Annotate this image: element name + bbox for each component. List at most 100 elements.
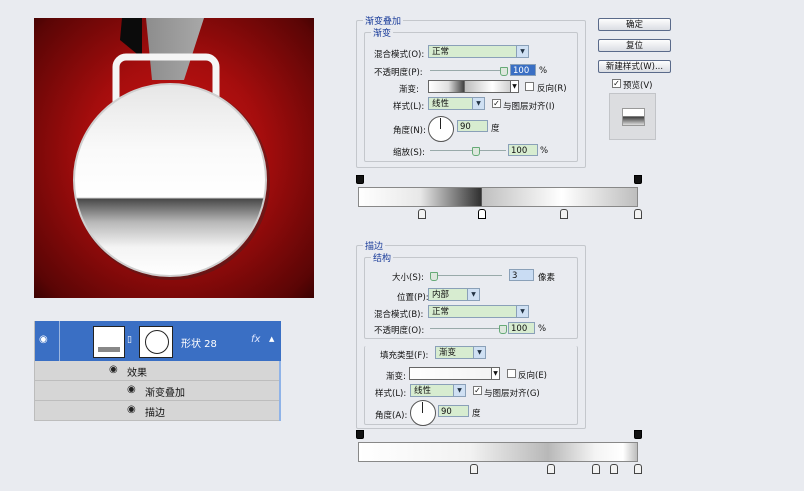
stroke-opacity-stop-left[interactable] xyxy=(356,430,364,439)
layer-row-selected[interactable]: ◉ ▯ 形状 28 fx ▲ xyxy=(35,321,281,361)
stroke-gradient-dropdown-icon[interactable]: ▼ xyxy=(491,367,500,380)
chevron-down-icon: ▼ xyxy=(473,347,485,358)
color-stop[interactable] xyxy=(634,209,642,219)
layers-panel: ◉ ▯ 形状 28 fx ▲ ◉ 效果 ◉ 渐变叠加 ◉ 描边 xyxy=(34,321,281,421)
stroke-style-label: 样式(L): xyxy=(375,389,407,399)
opacity-stop-right[interactable] xyxy=(634,175,642,184)
stroke-opacity-slider[interactable] xyxy=(430,328,504,329)
stroke-style-select[interactable]: 线性 ▼ xyxy=(410,384,466,397)
scale-label: 缩放(S): xyxy=(393,148,425,158)
color-stop[interactable] xyxy=(418,209,426,219)
eye-icon[interactable]: ◉ xyxy=(127,384,136,395)
stroke-blend-mode-select[interactable]: 正常 ▼ xyxy=(428,305,529,318)
structure-subtitle: 结构 xyxy=(373,254,392,264)
canvas-artwork xyxy=(34,18,314,298)
blend-mode-label: 混合模式(O): xyxy=(374,50,425,60)
chevron-down-icon: ▼ xyxy=(467,289,479,300)
color-stop-selected[interactable] xyxy=(478,209,486,219)
stroke-angle-label: 角度(A): xyxy=(375,411,408,421)
vector-mask-thumbnail xyxy=(139,326,173,358)
chevron-down-icon: ▼ xyxy=(453,385,465,396)
opacity-unit: % xyxy=(539,66,548,76)
angle-dial[interactable] xyxy=(428,116,454,142)
eye-icon[interactable]: ◉ xyxy=(109,364,118,375)
preview-checkbox[interactable]: ✓ xyxy=(612,79,621,88)
position-select[interactable]: 内部 ▼ xyxy=(428,288,480,301)
scale-slider-thumb[interactable] xyxy=(472,147,480,156)
scale-input[interactable]: 100 xyxy=(508,144,538,156)
stroke-align-with-layer-checkbox[interactable]: ✓ xyxy=(473,386,482,395)
stroke-reverse-checkbox[interactable] xyxy=(507,369,516,378)
scale-unit: % xyxy=(540,146,549,156)
effect-stroke-row[interactable]: ◉ 描边 xyxy=(35,401,281,421)
effect-stroke-label: 描边 xyxy=(145,408,165,419)
reverse-checkbox[interactable] xyxy=(525,82,534,91)
stroke-opacity-input[interactable]: 100 xyxy=(508,322,535,334)
size-slider-thumb[interactable] xyxy=(430,272,438,281)
stroke-color-stop[interactable] xyxy=(634,464,642,474)
size-unit: 像素 xyxy=(538,273,556,283)
style-select[interactable]: 线性 ▼ xyxy=(428,97,485,110)
new-style-button[interactable]: 新建样式(W)... xyxy=(598,60,671,73)
stroke-gradient-label: 渐变: xyxy=(386,372,406,382)
stroke-color-stop[interactable] xyxy=(470,464,478,474)
gradient-label: 渐变: xyxy=(399,85,419,95)
preview-label: 预览(V) xyxy=(623,81,653,91)
style-label: 样式(L): xyxy=(393,102,425,112)
align-with-layer-label: 与图层对齐(I) xyxy=(503,102,555,112)
stroke-gradient-picker[interactable] xyxy=(409,367,499,380)
color-stop[interactable] xyxy=(560,209,568,219)
stroke-color-stop[interactable] xyxy=(592,464,600,474)
effects-label: 效果 xyxy=(127,368,147,379)
style-preview-swatch xyxy=(609,93,656,140)
gradient-editor-bar[interactable] xyxy=(358,187,638,207)
size-input[interactable]: 3 xyxy=(509,269,534,281)
scale-slider[interactable] xyxy=(430,150,506,151)
angle-unit: 度 xyxy=(491,124,500,134)
gradient-picker[interactable] xyxy=(428,80,518,93)
effect-gradient-overlay-label: 渐变叠加 xyxy=(145,388,185,399)
stroke-align-with-layer-label: 与图层对齐(G) xyxy=(484,389,540,399)
chevron-down-icon: ▼ xyxy=(516,46,528,57)
stroke-reverse-label: 反向(E) xyxy=(518,371,548,381)
ok-button[interactable]: 确定 xyxy=(598,18,671,31)
layer-name: 形状 28 xyxy=(181,339,217,350)
stroke-color-stop[interactable] xyxy=(547,464,555,474)
opacity-slider[interactable] xyxy=(430,70,506,71)
effects-row[interactable]: ◉ 效果 xyxy=(35,361,281,381)
fill-type-select[interactable]: 渐变 ▼ xyxy=(435,346,486,359)
blend-mode-select[interactable]: 正常 ▼ xyxy=(428,45,529,58)
chevron-down-icon: ▼ xyxy=(516,306,528,317)
stroke-opacity-stop-right[interactable] xyxy=(634,430,642,439)
link-icon: ▯ xyxy=(127,335,132,345)
medal-illustration xyxy=(73,18,270,280)
scrollbar[interactable] xyxy=(279,361,281,421)
layer-thumbnail xyxy=(93,326,125,358)
size-slider[interactable] xyxy=(430,275,502,276)
collapse-triangle-icon[interactable]: ▲ xyxy=(269,335,274,343)
gradient-dropdown-icon[interactable]: ▼ xyxy=(510,80,519,93)
angle-label: 角度(N): xyxy=(393,126,426,136)
align-with-layer-checkbox[interactable]: ✓ xyxy=(492,99,501,108)
stroke-opacity-unit: % xyxy=(538,324,547,334)
stroke-color-stop[interactable] xyxy=(610,464,618,474)
stroke-opacity-slider-thumb[interactable] xyxy=(499,325,507,334)
stroke-opacity-label: 不透明度(O): xyxy=(374,326,425,336)
fill-type-label: 填充类型(F): xyxy=(380,351,429,361)
position-label: 位置(P): xyxy=(397,293,429,303)
stroke-angle-dial[interactable] xyxy=(410,400,436,426)
reset-button[interactable]: 复位 xyxy=(598,39,671,52)
stroke-angle-input[interactable]: 90 xyxy=(438,405,469,417)
angle-input[interactable]: 90 xyxy=(457,120,488,132)
eye-icon[interactable]: ◉ xyxy=(39,334,48,345)
size-label: 大小(S): xyxy=(392,273,424,283)
eye-icon[interactable]: ◉ xyxy=(127,404,136,415)
effect-gradient-overlay-row[interactable]: ◉ 渐变叠加 xyxy=(35,381,281,401)
stroke-gradient-editor-bar[interactable] xyxy=(358,442,638,462)
opacity-input[interactable]: 100 xyxy=(510,64,536,76)
opacity-stop-left[interactable] xyxy=(356,175,364,184)
opacity-slider-thumb[interactable] xyxy=(500,67,508,76)
chevron-down-icon: ▼ xyxy=(472,98,484,109)
stroke-angle-unit: 度 xyxy=(472,409,481,419)
reverse-label: 反向(R) xyxy=(537,84,567,94)
